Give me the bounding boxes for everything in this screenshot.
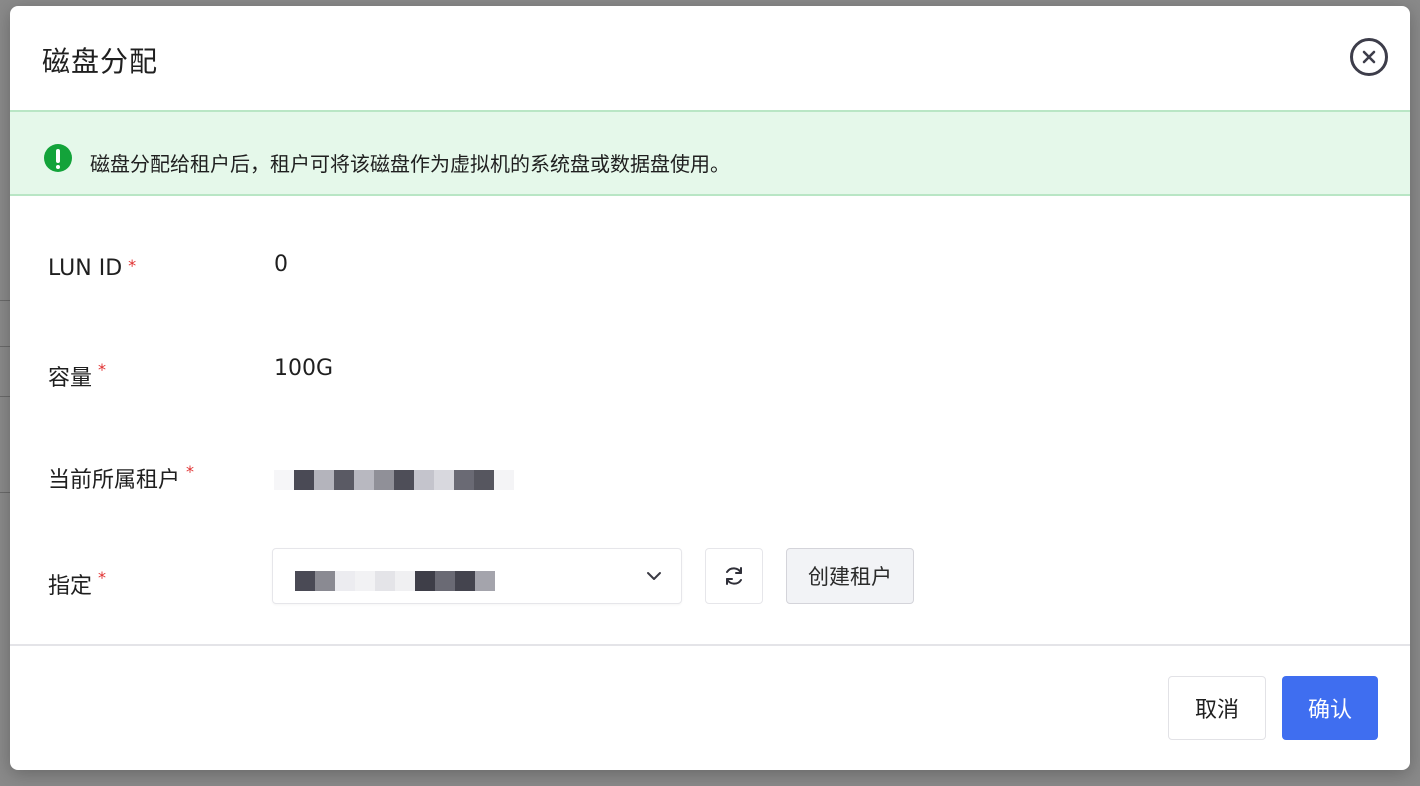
close-button[interactable]	[1350, 38, 1388, 76]
close-circle-icon	[1362, 50, 1376, 64]
refresh-button[interactable]	[705, 548, 763, 604]
cancel-button[interactable]: 取消	[1168, 676, 1266, 740]
capacity-value: 100G	[274, 356, 334, 381]
dialog-header: 磁盘分配	[10, 6, 1410, 110]
lun-id-value: 0	[274, 252, 288, 277]
chevron-down-icon	[647, 572, 661, 580]
footer-divider	[10, 644, 1410, 646]
tenant-select[interactable]	[272, 548, 682, 604]
capacity-label: 容量 *	[48, 360, 107, 391]
current-tenant-value-redacted	[274, 470, 514, 490]
exclamation-circle-icon	[44, 144, 72, 172]
assign-label: 指定 *	[48, 568, 107, 599]
lun-id-label: LUN ID *	[48, 256, 137, 281]
alert-text: 磁盘分配给租户后，租户可将该磁盘作为虚拟机的系统盘或数据盘使用。	[90, 152, 730, 176]
create-tenant-button[interactable]: 创建租户	[786, 548, 914, 604]
selected-tenant-redacted	[295, 571, 495, 591]
refresh-icon	[726, 567, 742, 585]
confirm-button[interactable]: 确认	[1282, 676, 1378, 740]
disk-assign-dialog: 磁盘分配 磁盘分配给租户后，租户可将该磁盘作为虚拟机的系统盘或数据盘使用。 LU…	[10, 6, 1410, 770]
current-tenant-label: 当前所属租户 *	[48, 462, 195, 493]
info-alert: 磁盘分配给租户后，租户可将该磁盘作为虚拟机的系统盘或数据盘使用。	[10, 110, 1410, 196]
dialog-title: 磁盘分配	[42, 45, 159, 78]
